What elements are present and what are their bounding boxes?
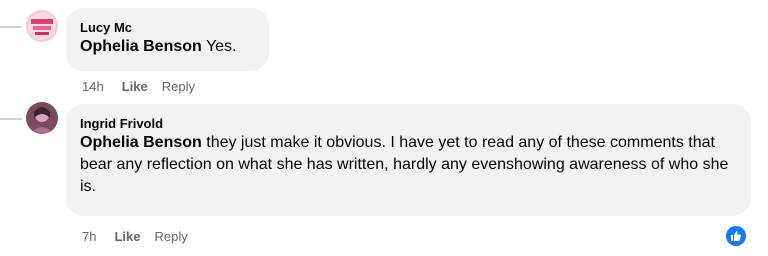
thread-connector [0, 26, 22, 28]
comment-text: Ophelia Benson Yes. [80, 36, 257, 58]
avatar[interactable] [26, 102, 58, 134]
comment-text: Ophelia Benson they just make it obvious… [80, 132, 739, 198]
like-button[interactable]: Like [114, 229, 140, 244]
mention-link[interactable]: Ophelia Benson [80, 134, 202, 151]
comment-timestamp[interactable]: 7h [82, 229, 96, 244]
comment-author[interactable]: Lucy Mc [80, 19, 257, 36]
like-button[interactable]: Like [122, 79, 148, 94]
avatar[interactable] [26, 10, 58, 42]
comment-bubble: Lucy Mc Ophelia Benson Yes. [66, 8, 269, 71]
thumbs-up-icon[interactable] [726, 226, 746, 246]
reply-button[interactable]: Reply [154, 229, 187, 244]
thread-connector [0, 118, 22, 120]
comment-actions: 7h Like Reply [82, 228, 188, 245]
comment-bubble: Ingrid Frivold Ophelia Benson they just … [66, 104, 751, 216]
mention-link[interactable]: Ophelia Benson [80, 38, 202, 55]
comment-body: Yes. [201, 38, 237, 55]
comment-timestamp[interactable]: 14h [82, 79, 104, 94]
comment-actions: 14h Like Reply [82, 78, 195, 95]
reply-button[interactable]: Reply [162, 79, 195, 94]
comment-author[interactable]: Ingrid Frivold [80, 115, 739, 132]
